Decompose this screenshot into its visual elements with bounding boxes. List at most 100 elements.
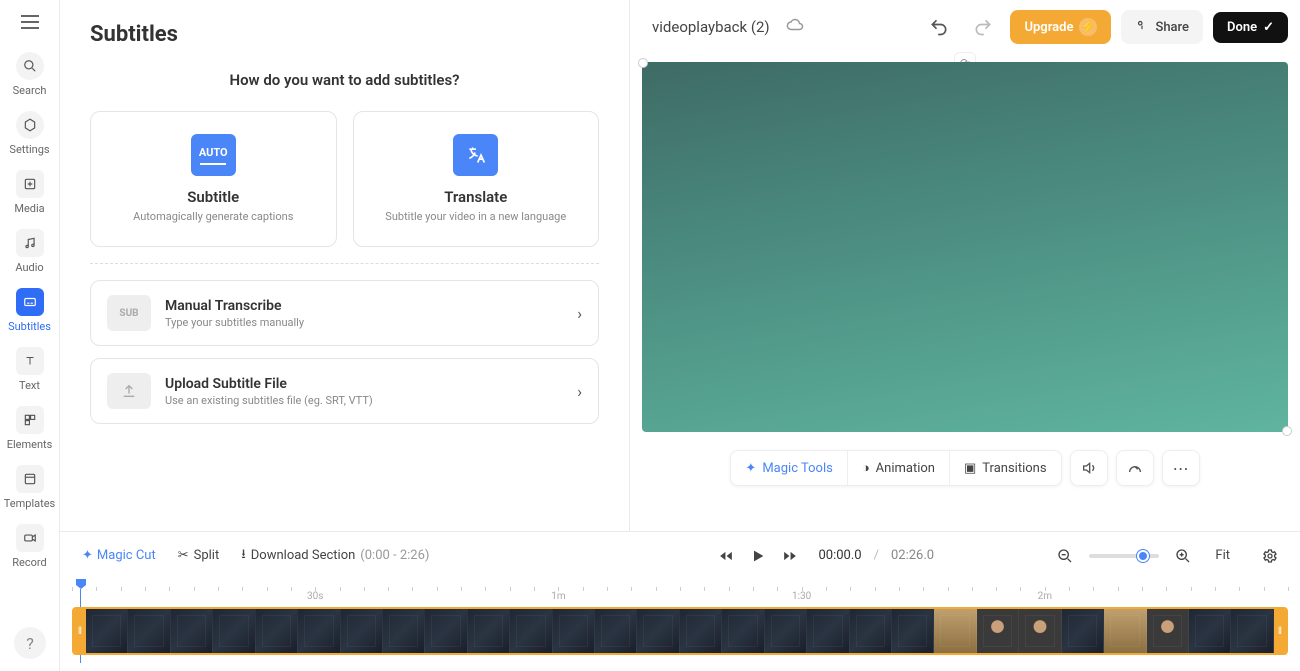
clip-thumbnail <box>1147 609 1189 653</box>
chevron-right-icon: › <box>577 382 582 401</box>
magic-cut-label: Magic Cut <box>97 548 156 563</box>
clip-thumbnail <box>722 609 764 653</box>
card-desc: Subtitle your video in a new language <box>385 210 566 224</box>
clip-thumbnail <box>510 609 552 653</box>
fit-button[interactable]: Fit <box>1207 544 1238 567</box>
skip-back-button[interactable] <box>714 544 738 568</box>
upgrade-label: Upgrade <box>1024 20 1073 35</box>
sidebar-item-subtitles[interactable]: Subtitles <box>0 282 60 341</box>
clip-body[interactable] <box>86 609 1274 653</box>
record-icon <box>16 524 44 552</box>
sidebar-item-elements[interactable]: Elements <box>0 400 60 459</box>
panel-title: Subtitles <box>90 22 599 47</box>
row-desc: Use an existing subtitles file (eg. SRT,… <box>165 394 563 407</box>
clip-thumbnail <box>425 609 467 653</box>
video-preview[interactable] <box>642 62 1288 432</box>
bolt-icon: ⚡ <box>1079 18 1097 36</box>
clip-handle-left[interactable]: ‖ <box>74 609 86 653</box>
animation-button[interactable]: ◑ Animation <box>848 451 950 485</box>
undo-button[interactable] <box>922 10 956 44</box>
subtitles-panel: Subtitles How do you want to add subtitl… <box>60 0 630 531</box>
sidebar-label: Record <box>12 556 46 569</box>
card-title: Translate <box>444 188 507 206</box>
share-button[interactable]: Share <box>1121 10 1203 44</box>
edit-bar: ✦Magic Cut ✂Split ⭳Download Section (0:0… <box>60 531 1300 579</box>
transitions-label: Transitions <box>982 461 1046 476</box>
redo-button[interactable] <box>966 10 1000 44</box>
speed-button[interactable] <box>1116 450 1154 486</box>
clip-thumbnail <box>637 609 679 653</box>
done-label: Done <box>1227 20 1257 35</box>
clip-thumbnail <box>892 609 934 653</box>
play-button[interactable] <box>746 544 770 568</box>
translate-icon <box>453 134 498 176</box>
ruler-mark: 2m <box>1038 591 1052 602</box>
share-label: Share <box>1155 20 1189 35</box>
sidebar-item-text[interactable]: Text <box>0 341 60 400</box>
download-label: Download Section <box>251 548 356 563</box>
subtitles-icon <box>16 288 44 316</box>
project-name[interactable]: videoplayback (2) <box>652 18 770 36</box>
chevron-right-icon: › <box>577 304 582 323</box>
time-ruler[interactable]: 30s1m1:302m <box>72 583 1288 603</box>
preview-area: videoplayback (2) Upgrade⚡ Share Done✓ ⟳… <box>630 0 1300 531</box>
ruler-mark: 30s <box>307 591 323 602</box>
zoom-in-button[interactable] <box>1167 544 1199 568</box>
clip-thumbnail <box>934 609 976 653</box>
skip-forward-button[interactable] <box>778 544 802 568</box>
auto-subtitle-card[interactable]: AUTO Subtitle Automagically generate cap… <box>90 111 337 247</box>
manual-transcribe-card[interactable]: SUB Manual Transcribe Type your subtitle… <box>90 280 599 346</box>
magic-tools-button[interactable]: ✦Magic Tools <box>731 451 847 485</box>
clip-handle-right[interactable]: ‖ <box>1274 609 1286 653</box>
split-button[interactable]: ✂Split <box>170 544 228 567</box>
sidebar-item-media[interactable]: Media <box>0 164 60 223</box>
cloud-icon[interactable] <box>786 16 804 38</box>
zoom-slider[interactable] <box>1089 554 1159 558</box>
clip-thumbnail <box>256 609 298 653</box>
check-icon: ✓ <box>1263 20 1274 35</box>
upgrade-button[interactable]: Upgrade ⚡ <box>1010 10 1111 44</box>
clip-thumbnail <box>86 609 128 653</box>
timeline[interactable]: 30s1m1:302m ‖ ‖ <box>60 579 1300 671</box>
timeline-settings-button[interactable] <box>1254 544 1286 568</box>
magic-cut-button[interactable]: ✦Magic Cut <box>74 544 164 567</box>
transitions-button[interactable]: ▣ Transitions <box>950 451 1061 485</box>
video-track[interactable]: ‖ ‖ <box>72 607 1288 655</box>
animation-icon: ◑ <box>862 460 870 476</box>
more-button[interactable]: ⋯ <box>1162 450 1200 486</box>
zoom-out-button[interactable] <box>1049 544 1081 568</box>
templates-icon <box>16 465 44 493</box>
current-time: 00:00.0 <box>818 548 861 563</box>
split-label: Split <box>194 548 220 563</box>
animation-label: Animation <box>876 461 935 476</box>
download-range: (0:00 - 2:26) <box>360 548 429 563</box>
card-desc: Automagically generate captions <box>133 210 293 224</box>
sparkle-icon: ✦ <box>745 461 756 476</box>
menu-icon[interactable] <box>14 6 46 38</box>
divider <box>90 263 599 264</box>
side-nav: Search Settings Media Audio Subtitles Te… <box>0 0 60 671</box>
upload-subtitle-card[interactable]: Upload Subtitle File Use an existing sub… <box>90 358 599 424</box>
sidebar-label: Elements <box>7 438 53 451</box>
clip-thumbnail <box>341 609 383 653</box>
help-icon[interactable]: ? <box>14 627 46 659</box>
done-button[interactable]: Done ✓ <box>1213 12 1288 43</box>
sidebar-label: Audio <box>15 261 43 274</box>
audio-icon <box>16 229 44 257</box>
volume-button[interactable] <box>1070 450 1108 486</box>
clip-thumbnail <box>171 609 213 653</box>
row-title: Upload Subtitle File <box>165 376 563 392</box>
translate-card[interactable]: Translate Subtitle your video in a new l… <box>353 111 600 247</box>
sidebar-item-record[interactable]: Record <box>0 518 60 577</box>
sidebar-item-templates[interactable]: Templates <box>0 459 60 518</box>
sidebar-item-search[interactable]: Search <box>0 46 60 105</box>
transitions-icon: ▣ <box>964 461 976 476</box>
settings-icon <box>16 111 44 139</box>
slider-thumb[interactable] <box>1137 550 1149 562</box>
sidebar-item-settings[interactable]: Settings <box>0 105 60 164</box>
media-icon <box>16 170 44 198</box>
download-section-button[interactable]: ⭳Download Section (0:00 - 2:26) <box>233 541 437 571</box>
ruler-mark: 1:30 <box>792 591 811 602</box>
sidebar-item-audio[interactable]: Audio <box>0 223 60 282</box>
search-icon <box>16 52 44 80</box>
